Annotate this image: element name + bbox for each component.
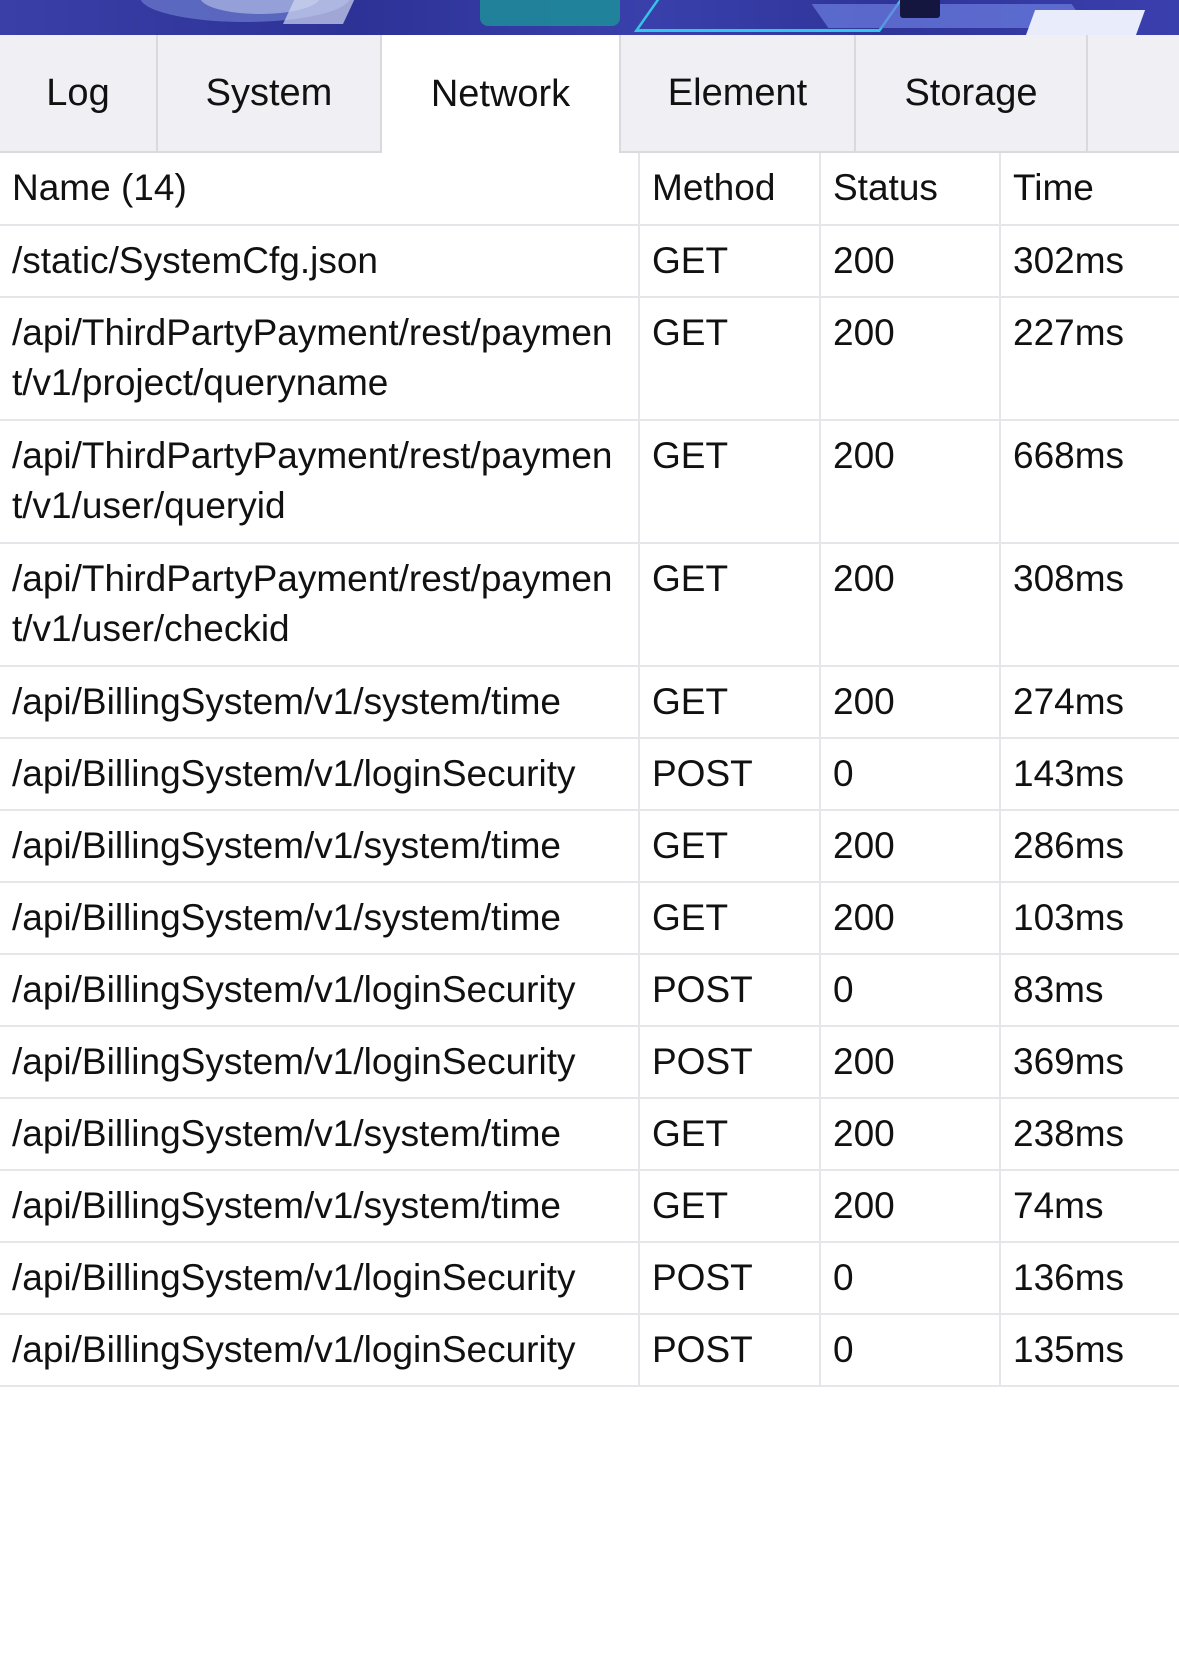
request-time-cell: 302ms [1000,225,1179,298]
request-time-cell: 74ms [1000,1170,1179,1243]
table-row[interactable]: /api/BillingSystem/v1/system/time GET 20… [0,1098,1179,1171]
request-status-cell: 200 [820,420,1001,544]
request-time-cell: 308ms [1000,543,1179,667]
request-time-cell: 668ms [1000,420,1179,544]
request-time-cell: 135ms [1000,1314,1179,1387]
request-method-cell: GET [639,1170,821,1243]
request-time-cell: 369ms [1000,1026,1179,1099]
table-row[interactable]: /api/BillingSystem/v1/loginSecurity POST… [0,1242,1179,1315]
request-name-cell: /api/BillingSystem/v1/system/time [0,1170,640,1243]
request-time-cell: 83ms [1000,954,1179,1027]
header-banner-image [0,0,1179,35]
request-name-cell: /api/ThirdPartyPayment/rest/payment/v1/p… [0,297,640,421]
request-name-cell: /api/BillingSystem/v1/loginSecurity [0,954,640,1027]
request-status-cell: 0 [820,954,1001,1027]
request-method-cell: GET [639,666,821,739]
request-status-cell: 200 [820,225,1001,298]
request-method-cell: POST [639,1314,821,1387]
table-header-row: Name (14) Method Status Time [0,153,1179,226]
table-row[interactable]: /api/BillingSystem/v1/system/time GET 20… [0,882,1179,955]
request-method-cell: GET [639,225,821,298]
request-method-cell: GET [639,543,821,667]
request-name-cell: /api/BillingSystem/v1/system/time [0,882,640,955]
tab-bar-filler [1088,35,1179,151]
request-name-cell: /api/BillingSystem/v1/system/time [0,810,640,883]
request-time-cell: 136ms [1000,1242,1179,1315]
request-time-cell: 143ms [1000,738,1179,811]
request-method-cell: GET [639,297,821,421]
banner-decoration [283,0,357,24]
table-row[interactable]: /api/ThirdPartyPayment/rest/payment/v1/p… [0,297,1179,421]
request-method-cell: GET [639,882,821,955]
table-row[interactable]: /api/BillingSystem/v1/loginSecurity POST… [0,954,1179,1027]
request-method-cell: POST [639,1026,821,1099]
request-status-cell: 200 [820,543,1001,667]
request-status-cell: 200 [820,1098,1001,1171]
banner-decoration [1024,10,1146,35]
request-method-cell: POST [639,1242,821,1315]
column-header-time: Time [1000,153,1179,226]
table-row[interactable]: /api/BillingSystem/v1/system/time GET 20… [0,810,1179,883]
request-status-cell: 200 [820,882,1001,955]
table-row[interactable]: /api/BillingSystem/v1/loginSecurity POST… [0,1314,1179,1387]
tab-storage[interactable]: Storage [856,35,1088,151]
table-row[interactable]: /api/ThirdPartyPayment/rest/payment/v1/u… [0,420,1179,544]
banner-decoration [900,0,940,18]
tab-log[interactable]: Log [0,35,158,151]
column-header-status: Status [820,153,1001,226]
request-name-cell: /api/BillingSystem/v1/loginSecurity [0,1314,640,1387]
request-name-cell: /api/ThirdPartyPayment/rest/payment/v1/u… [0,543,640,667]
table-row[interactable]: /api/BillingSystem/v1/system/time GET 20… [0,1170,1179,1243]
request-time-cell: 286ms [1000,810,1179,883]
request-status-cell: 200 [820,810,1001,883]
request-time-cell: 238ms [1000,1098,1179,1171]
request-name-cell: /api/ThirdPartyPayment/rest/payment/v1/u… [0,420,640,544]
request-name-cell: /api/BillingSystem/v1/system/time [0,1098,640,1171]
request-method-cell: GET [639,1098,821,1171]
request-name-cell: /api/BillingSystem/v1/loginSecurity [0,1242,640,1315]
column-header-method: Method [639,153,821,226]
request-status-cell: 0 [820,1314,1001,1387]
table-row[interactable]: /api/BillingSystem/v1/system/time GET 20… [0,666,1179,739]
request-method-cell: POST [639,738,821,811]
request-name-cell: /static/SystemCfg.json [0,225,640,298]
banner-decoration [480,0,620,26]
devtools-tab-bar: Log System Network Element Storage [0,35,1179,153]
table-row[interactable]: /api/BillingSystem/v1/loginSecurity POST… [0,738,1179,811]
request-time-cell: 227ms [1000,297,1179,421]
request-method-cell: GET [639,810,821,883]
request-name-cell: /api/BillingSystem/v1/system/time [0,666,640,739]
request-status-cell: 200 [820,666,1001,739]
table-row[interactable]: /api/BillingSystem/v1/loginSecurity POST… [0,1026,1179,1099]
table-row[interactable]: /api/ThirdPartyPayment/rest/payment/v1/u… [0,543,1179,667]
tab-element[interactable]: Element [621,35,856,151]
request-time-cell: 103ms [1000,882,1179,955]
column-header-name: Name (14) [0,153,640,226]
request-method-cell: POST [639,954,821,1027]
request-status-cell: 200 [820,1026,1001,1099]
tab-network[interactable]: Network [382,35,621,153]
tab-system[interactable]: System [158,35,382,151]
request-status-cell: 200 [820,1170,1001,1243]
request-name-cell: /api/BillingSystem/v1/loginSecurity [0,1026,640,1099]
request-method-cell: GET [639,420,821,544]
request-status-cell: 0 [820,1242,1001,1315]
table-row[interactable]: /static/SystemCfg.json GET 200 302ms [0,225,1179,298]
request-status-cell: 0 [820,738,1001,811]
request-status-cell: 200 [820,297,1001,421]
request-time-cell: 274ms [1000,666,1179,739]
request-name-cell: /api/BillingSystem/v1/loginSecurity [0,738,640,811]
network-request-table: Name (14) Method Status Time /static/Sys… [0,153,1179,1387]
